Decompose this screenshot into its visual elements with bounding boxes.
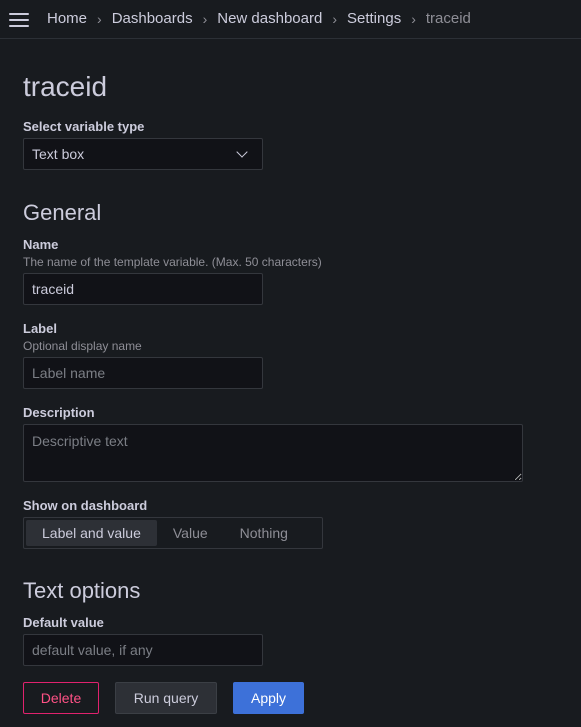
- label-field-description: Optional display name: [23, 339, 142, 353]
- radio-label-and-value[interactable]: Label and value: [26, 520, 157, 546]
- breadcrumb-settings[interactable]: Settings: [347, 10, 401, 27]
- breadcrumb-home[interactable]: Home: [47, 10, 87, 27]
- default-value-label: Default value: [23, 615, 104, 630]
- radio-value[interactable]: Value: [157, 520, 224, 546]
- breadcrumb-new-dashboard[interactable]: New dashboard: [217, 10, 322, 27]
- top-bar: Home › Dashboards › New dashboard › Sett…: [0, 0, 581, 39]
- description-textarea[interactable]: [23, 424, 523, 482]
- breadcrumb-dashboards[interactable]: Dashboards: [112, 10, 193, 27]
- breadcrumb-current: traceid: [425, 10, 471, 27]
- apply-button[interactable]: Apply: [233, 682, 304, 714]
- name-description: The name of the template variable. (Max.…: [23, 255, 322, 269]
- description-label: Description: [23, 405, 95, 420]
- page-title: traceid: [23, 71, 108, 102]
- label-input[interactable]: [23, 357, 263, 389]
- chevron-down-icon: [236, 146, 248, 158]
- default-value-input[interactable]: [23, 634, 263, 666]
- variable-type-label: Select variable type: [23, 119, 145, 134]
- text-options-section-title: Text options: [23, 578, 141, 603]
- show-on-dashboard-label: Show on dashboard: [23, 498, 148, 513]
- radio-nothing[interactable]: Nothing: [224, 520, 304, 546]
- chevron-right-icon: ›: [97, 10, 102, 27]
- label-field-label: Label: [23, 321, 57, 336]
- name-label: Name: [23, 237, 59, 252]
- name-input[interactable]: [23, 273, 263, 305]
- chevron-right-icon: ›: [332, 10, 337, 27]
- run-query-button[interactable]: Run query: [115, 682, 217, 714]
- chevron-right-icon: ›: [202, 10, 208, 27]
- breadcrumb: Home › Dashboards › New dashboard › Sett…: [47, 10, 471, 27]
- variable-type-value: Text box: [32, 146, 85, 162]
- chevron-right-icon: ›: [411, 10, 416, 27]
- hamburger-menu-icon[interactable]: [9, 13, 29, 27]
- general-section-title: General: [23, 200, 102, 225]
- show-on-dashboard-radio-group: Label and value Value Nothing: [23, 517, 323, 549]
- delete-button[interactable]: Delete: [23, 682, 99, 714]
- variable-type-select[interactable]: Text box: [23, 138, 263, 170]
